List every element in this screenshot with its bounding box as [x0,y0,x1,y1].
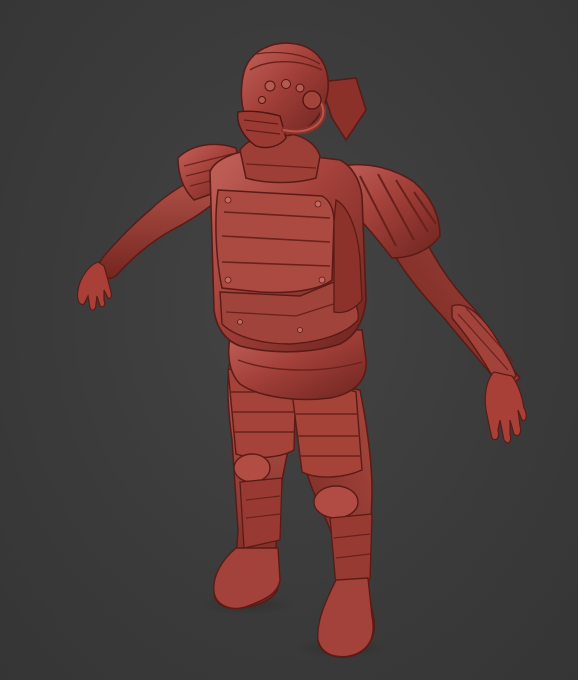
knee-pad-left [233,453,271,483]
boot-right [317,577,374,658]
sculpt-viewport[interactable] [0,0,578,680]
shin-guard-left [239,477,283,549]
shin-guard-right [329,513,373,587]
knee-pad-right [313,485,359,519]
character-sculpt-render [76,42,527,658]
helmet-head [237,42,329,149]
hand-right [484,371,527,444]
leg-right [289,379,375,658]
respirator [237,110,287,149]
thigh-plate-right [291,386,363,478]
ear-module [302,90,322,110]
